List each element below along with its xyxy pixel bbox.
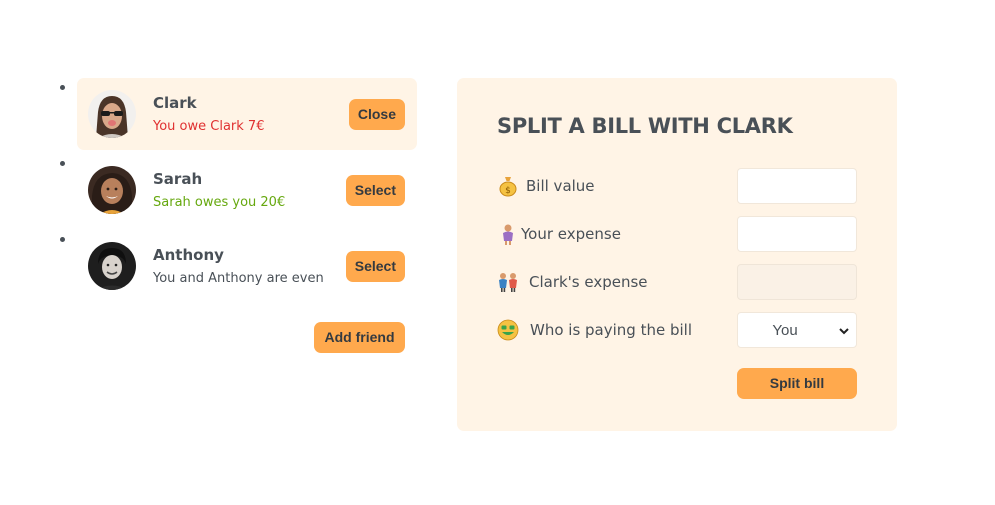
svg-text:$: $ [505, 186, 511, 196]
friend-name: Clark [153, 94, 197, 112]
select-button[interactable]: Select [345, 175, 405, 206]
bill-value-input[interactable] [737, 168, 857, 204]
your-expense-input[interactable] [737, 216, 857, 252]
friend-balance-status: Sarah owes you 20€ [153, 195, 286, 210]
payer-selected-value: You [772, 322, 798, 339]
money-mouth-face-icon [497, 319, 519, 341]
split-bill-form: SPLIT A BILL WITH CLARK $ Bill value You… [457, 78, 897, 431]
your-expense-row: Your expense [497, 216, 857, 252]
payer-select[interactable]: You [737, 312, 857, 348]
friend-item-anthony: Anthony You and Anthony are even Select [77, 230, 417, 302]
friend-balance-status: You and Anthony are even [153, 271, 324, 286]
two-people-icon [499, 273, 517, 292]
friend-item-sarah: Sarah Sarah owes you 20€ Select [77, 154, 417, 226]
avatar [88, 90, 136, 138]
your-expense-label: Your expense [521, 225, 621, 243]
close-button[interactable]: Close [348, 99, 405, 130]
avatar [88, 166, 136, 214]
friend-expense-input [737, 264, 857, 300]
friend-expense-row: Clark's expense [497, 264, 857, 300]
split-bill-button[interactable]: Split bill [737, 368, 857, 399]
friend-name: Sarah [153, 170, 203, 188]
money-bag-icon: $ [499, 177, 517, 197]
bill-value-label: Bill value [526, 177, 595, 195]
friends-list: Clark You owe Clark 7€ Close Sarah Sarah… [77, 78, 417, 306]
select-button[interactable]: Select [345, 251, 405, 282]
avatar [88, 242, 136, 290]
payer-label: Who is paying the bill [530, 321, 692, 339]
payer-row: Who is paying the bill You [497, 312, 857, 348]
person-icon [503, 224, 513, 245]
friend-name: Anthony [153, 246, 224, 264]
chevron-down-icon [839, 328, 849, 335]
friend-item-clark: Clark You owe Clark 7€ Close [77, 78, 417, 150]
bill-value-row: $ Bill value [497, 168, 857, 204]
form-title: SPLIT A BILL WITH CLARK [497, 114, 793, 138]
add-friend-button[interactable]: Add friend [314, 322, 405, 353]
friend-expense-label: Clark's expense [529, 273, 648, 291]
friend-balance-status: You owe Clark 7€ [153, 119, 265, 134]
